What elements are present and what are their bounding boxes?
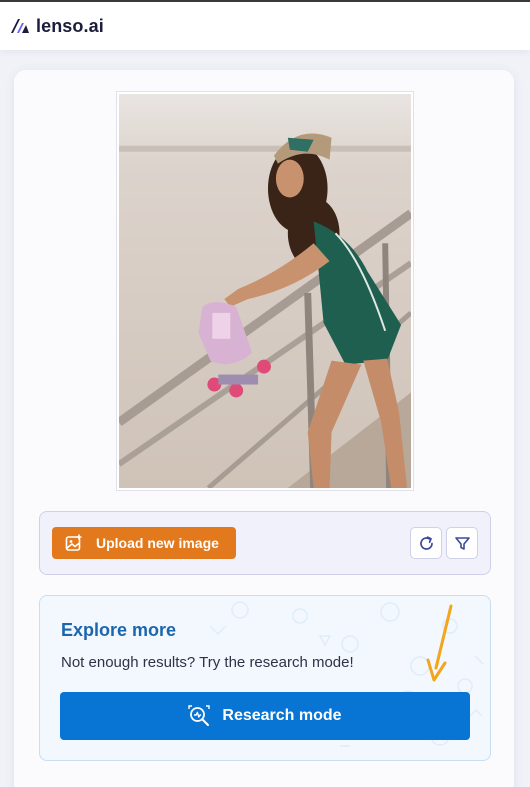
refresh-button[interactable]	[410, 527, 442, 559]
refresh-icon	[419, 535, 433, 550]
logo-text[interactable]: lenso.ai	[36, 16, 104, 37]
upload-button-label: Upload new image	[96, 535, 219, 551]
research-mode-button[interactable]: Research mode	[60, 692, 470, 740]
research-mode-label: Research mode	[222, 707, 342, 724]
filter-icon	[454, 536, 470, 550]
uploaded-photo	[119, 94, 411, 488]
magnify-scan-icon	[188, 705, 211, 726]
annotation-arrow-icon	[426, 604, 453, 682]
explore-more-description: Not enough results? Try the research mod…	[61, 654, 354, 671]
image-toolbar: Upload new image	[39, 511, 491, 575]
filter-button[interactable]	[446, 527, 478, 559]
upload-new-image-button[interactable]: Upload new image	[52, 527, 236, 559]
explore-more-title: Explore more	[61, 620, 177, 640]
lenso-logo-icon	[11, 19, 29, 33]
image-plus-icon	[65, 534, 82, 551]
app-header: lenso.ai	[0, 2, 530, 50]
image-preview	[116, 91, 414, 491]
